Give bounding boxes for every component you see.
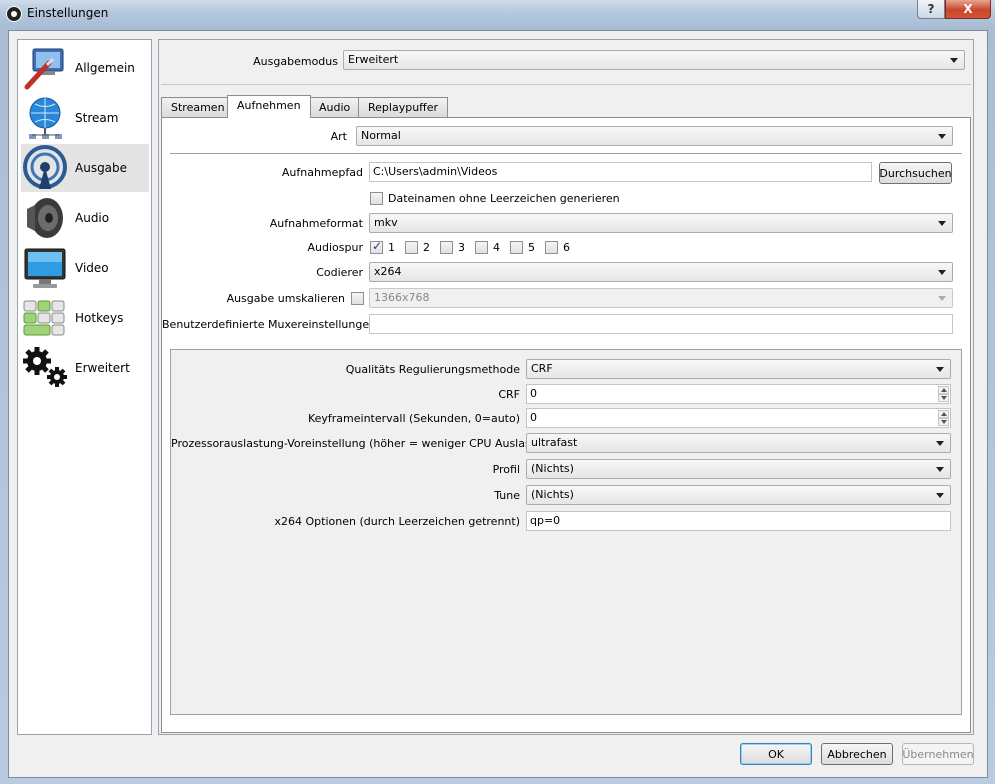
settings-wizard-icon <box>21 45 71 91</box>
tune-select[interactable]: (Nichts) <box>526 485 951 505</box>
tab-recording[interactable]: Aufnehmen <box>227 95 311 118</box>
sidebar-item-label: Hotkeys <box>75 311 124 325</box>
encoder-select[interactable]: x264 <box>369 262 953 282</box>
keyframe-spin-arrows[interactable] <box>938 410 949 426</box>
no-space-filenames-checkbox[interactable] <box>370 192 383 205</box>
sidebar-item-hotkeys[interactable]: Hotkeys <box>21 294 149 342</box>
audio-track-3-checkbox[interactable] <box>440 241 453 254</box>
audio-track-2-checkbox[interactable] <box>405 241 418 254</box>
tab-streaming[interactable]: Streamen <box>161 97 235 117</box>
audio-track-5-label: 5 <box>528 241 535 254</box>
cpu-preset-select[interactable]: ultrafast <box>526 433 951 453</box>
cancel-button[interactable]: Abbrechen <box>821 743 893 765</box>
crf-spinbox[interactable]: 0 <box>526 384 951 404</box>
sidebar-item-label: Allgemein <box>75 61 135 75</box>
muxer-settings-input[interactable] <box>369 314 953 334</box>
profile-label: Profil <box>492 463 520 476</box>
sidebar-item-audio[interactable]: Audio <box>21 194 149 242</box>
spin-down-icon[interactable] <box>938 418 949 426</box>
tune-label: Tune <box>494 489 520 502</box>
audio-track-5-checkbox[interactable] <box>510 241 523 254</box>
sidebar-item-stream[interactable]: Stream <box>21 94 149 142</box>
no-space-filenames-label: Dateinamen ohne Leerzeichen generieren <box>388 192 620 205</box>
gears-icon <box>21 345 71 391</box>
encoder-settings-group: Qualitäts Regulierungsmethode CRF CRF 0 … <box>170 349 962 715</box>
x264-options-input[interactable]: qp=0 <box>526 511 951 531</box>
close-button[interactable]: X <box>945 0 991 19</box>
ok-button[interactable]: OK <box>740 743 812 765</box>
crf-spin-arrows[interactable] <box>938 386 949 402</box>
globe-network-icon <box>21 95 71 141</box>
rescale-output-checkbox[interactable] <box>351 292 364 305</box>
audio-track-6-label: 6 <box>563 241 570 254</box>
sidebar-item-label: Audio <box>75 211 110 225</box>
monitor-icon <box>21 245 71 291</box>
profile-select[interactable]: (Nichts) <box>526 459 951 479</box>
help-button[interactable]: ? <box>917 0 945 19</box>
tab-replay-buffer[interactable]: Replaypuffer <box>358 97 449 117</box>
recording-tab-page: Art Normal Aufnahmepfad C:\Users\admin\V… <box>161 117 971 733</box>
output-mode-label: Ausgabemodus <box>253 55 338 68</box>
keyframe-interval-spinbox[interactable]: 0 <box>526 408 951 428</box>
window-title: Einstellungen <box>27 6 109 20</box>
browse-button[interactable]: Durchsuchen <box>879 162 952 184</box>
sidebar-item-label: Erweitert <box>75 361 130 375</box>
obs-logo-icon <box>6 6 22 22</box>
broadcast-antenna-icon <box>21 145 71 191</box>
divider <box>161 84 971 85</box>
sidebar-item-label: Video <box>75 261 109 275</box>
encoder-label: Codierer <box>316 266 363 279</box>
spin-up-icon[interactable] <box>938 410 949 418</box>
keyframe-interval-value: 0 <box>530 411 537 424</box>
type-label: Art <box>330 130 347 143</box>
rate-control-select[interactable]: CRF <box>526 359 951 379</box>
sidebar-item-advanced[interactable]: Erweitert <box>21 344 149 392</box>
sidebar-item-label: Ausgabe <box>75 161 128 175</box>
crf-value: 0 <box>530 387 537 400</box>
recording-format-label: Aufnahmeformat <box>269 217 363 230</box>
audio-track-4-label: 4 <box>493 241 500 254</box>
rescale-resolution-select[interactable]: 1366x768 <box>369 288 953 308</box>
sidebar-item-video[interactable]: Video <box>21 244 149 292</box>
apply-button[interactable]: Übernehmen <box>902 743 974 765</box>
settings-dialog: Allgemein Stream Ausgabe Audio Video Hot… <box>8 30 988 778</box>
output-settings-panel: Ausgabemodus Erweitert Streamen Aufnehme… <box>158 39 974 735</box>
spin-up-icon[interactable] <box>938 386 949 394</box>
rescale-output-label: Ausgabe umskalieren <box>226 292 345 305</box>
audio-track-3-label: 3 <box>458 241 465 254</box>
settings-sidebar: Allgemein Stream Ausgabe Audio Video Hot… <box>17 39 152 735</box>
audio-track-1-checkbox[interactable] <box>370 239 383 254</box>
x264-options-label: x264 Optionen (durch Leerzeichen getrenn… <box>274 515 521 528</box>
title-bar[interactable]: Einstellungen ? X <box>0 0 995 28</box>
crf-label: CRF <box>498 388 520 401</box>
cpu-preset-label: Prozessorauslastung-Voreinstellung (höhe… <box>171 437 561 450</box>
recording-type-select[interactable]: Normal <box>356 126 953 146</box>
sidebar-item-label: Stream <box>75 111 119 125</box>
tab-audio[interactable]: Audio <box>309 97 361 117</box>
recording-path-label: Aufnahmepfad <box>281 166 363 179</box>
recording-format-select[interactable]: mkv <box>369 213 953 233</box>
sidebar-item-general[interactable]: Allgemein <box>21 44 149 92</box>
output-mode-select[interactable]: Erweitert <box>343 50 965 70</box>
muxer-settings-label: Benutzerdefinierte Muxereinstellungen <box>162 318 377 331</box>
window-controls: ? X <box>917 0 991 20</box>
audio-track-4-checkbox[interactable] <box>475 241 488 254</box>
audio-track-1-label: 1 <box>388 241 395 254</box>
keyboard-icon <box>21 295 71 341</box>
keyframe-interval-label: Keyframeintervall (Sekunden, 0=auto) <box>307 412 520 425</box>
rate-control-label: Qualitäts Regulierungsmethode <box>345 363 520 376</box>
audio-track-label: Audiospur <box>307 241 363 254</box>
spin-down-icon[interactable] <box>938 394 949 402</box>
speaker-icon <box>21 195 71 241</box>
recording-path-input[interactable]: C:\Users\admin\Videos <box>369 162 872 182</box>
audio-track-2-label: 2 <box>423 241 430 254</box>
divider <box>170 153 962 154</box>
sidebar-item-output[interactable]: Ausgabe <box>21 144 149 192</box>
audio-track-6-checkbox[interactable] <box>545 241 558 254</box>
